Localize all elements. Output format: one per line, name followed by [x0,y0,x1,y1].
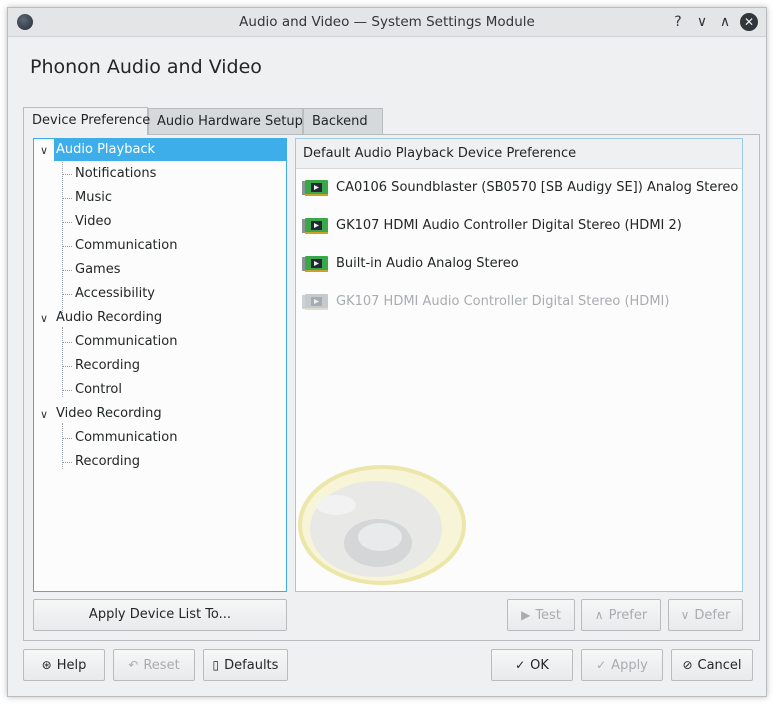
tree-guide [62,294,72,295]
arrow-down-icon: ∨ [680,608,690,622]
play-icon: ▶ [521,608,531,622]
settings-window: Audio and Video — System Settings Module… [7,7,767,697]
window-title: Audio and Video — System Settings Module [239,14,535,30]
sound-card-icon [302,255,328,273]
tree-item-control[interactable]: Control [75,379,122,401]
help-button-label: Help [56,658,87,673]
device-preference-list[interactable]: Default Audio Playback Device Preference… [295,138,743,592]
close-icon[interactable]: ✕ [740,13,758,31]
expand-chevron-icon[interactable]: ∨ [38,409,50,421]
arrow-up-icon: ∧ [594,608,604,622]
device-item[interactable]: CA0106 Soundblaster (SB0570 [SB Audigy S… [302,175,738,201]
cancel-icon: ⊘ [682,658,693,672]
tree-guide [62,246,72,247]
tree-guide [62,342,72,343]
help-button[interactable]: ⊛ Help [23,649,105,681]
tree-guide [62,270,72,271]
tree-item-accessibility[interactable]: Accessibility [75,283,155,305]
tree-item-recording[interactable]: Recording [75,355,140,377]
device-label: GK107 HDMI Audio Controller Digital Ster… [336,294,670,309]
sound-card-icon [302,217,328,235]
tab-device-preference[interactable]: Device Preference [23,107,150,135]
prefer-button-label: Prefer [608,608,648,623]
tab-backend[interactable]: Backend [303,108,383,134]
checkmark-icon: ✓ [515,658,526,672]
tree-guide [62,390,72,391]
tree-guide [62,462,72,463]
tree-item-games[interactable]: Games [75,259,120,281]
apply-button[interactable]: ✓ Apply [581,649,663,681]
device-label: CA0106 Soundblaster (SB0570 [SB Audigy S… [336,180,739,195]
maximize-icon[interactable]: ∧ [716,13,734,31]
reset-button-label: Reset [143,658,180,673]
speaker-watermark-icon [298,465,466,585]
sound-card-icon [302,179,328,197]
apply-button-label: Apply [611,658,648,673]
sound-card-icon [302,293,328,311]
tree-item-video-communication[interactable]: Communication [75,427,177,449]
tree-item-notifications[interactable]: Notifications [75,163,156,185]
cancel-button[interactable]: ⊘ Cancel [671,649,753,681]
ok-button-label: OK [530,658,549,673]
expand-chevron-icon[interactable]: ∨ [38,313,50,325]
title-bar[interactable]: Audio and Video — System Settings Module… [8,8,766,37]
device-item-disabled[interactable]: GK107 HDMI Audio Controller Digital Ster… [302,289,669,315]
tree-item-audio-recording[interactable]: Audio Recording [56,307,162,329]
tree-guide [62,159,63,313]
defer-button[interactable]: ∨ Defer [668,599,743,631]
lifebuoy-icon: ⊛ [41,658,52,672]
device-list-header: Default Audio Playback Device Preference [296,139,742,169]
prefer-button[interactable]: ∧ Prefer [581,599,661,631]
tree-item-video-recording-output[interactable]: Recording [75,451,140,473]
tab-audio-hardware-setup[interactable]: Audio Hardware Setup [148,108,303,134]
defaults-button[interactable]: ▯ Defaults [203,649,288,681]
minimize-icon[interactable]: ∨ [693,13,711,31]
test-button[interactable]: ▶ Test [507,599,575,631]
apply-device-list-button[interactable]: Apply Device List To... [33,599,287,631]
reset-button[interactable]: ↶ Reset [113,649,195,681]
expand-chevron-icon[interactable]: ∨ [38,145,50,157]
test-button-label: Test [535,608,561,623]
document-revert-icon: ▯ [212,658,220,672]
tree-item-video[interactable]: Video [75,211,111,233]
tree-guide [62,174,72,175]
tree-item-audio-playback[interactable]: Audio Playback [54,139,286,161]
tree-item-recording-communication[interactable]: Communication [75,331,177,353]
defaults-button-label: Defaults [224,658,279,673]
checkmark-icon: ✓ [596,658,607,672]
device-label: Built-in Audio Analog Stereo [336,256,519,271]
page-title: Phonon Audio and Video [30,56,262,78]
tree-guide [62,198,72,199]
cancel-button-label: Cancel [697,658,742,673]
device-label: GK107 HDMI Audio Controller Digital Ster… [336,218,682,233]
ok-button[interactable]: ✓ OK [491,649,573,681]
tree-guide [62,327,63,397]
help-icon[interactable]: ? [669,13,687,31]
defer-button-label: Defer [694,608,731,623]
category-tree[interactable]: ∨ Audio Playback Notifications Music Vid… [33,138,287,592]
tree-item-music[interactable]: Music [75,187,112,209]
undo-icon: ↶ [128,658,139,672]
tree-guide [62,438,72,439]
tree-item-communication[interactable]: Communication [75,235,177,257]
tree-guide [62,366,72,367]
device-item[interactable]: GK107 HDMI Audio Controller Digital Ster… [302,213,682,239]
tree-guide [62,222,72,223]
tree-item-video-recording[interactable]: Video Recording [56,403,162,425]
device-item[interactable]: Built-in Audio Analog Stereo [302,251,519,277]
